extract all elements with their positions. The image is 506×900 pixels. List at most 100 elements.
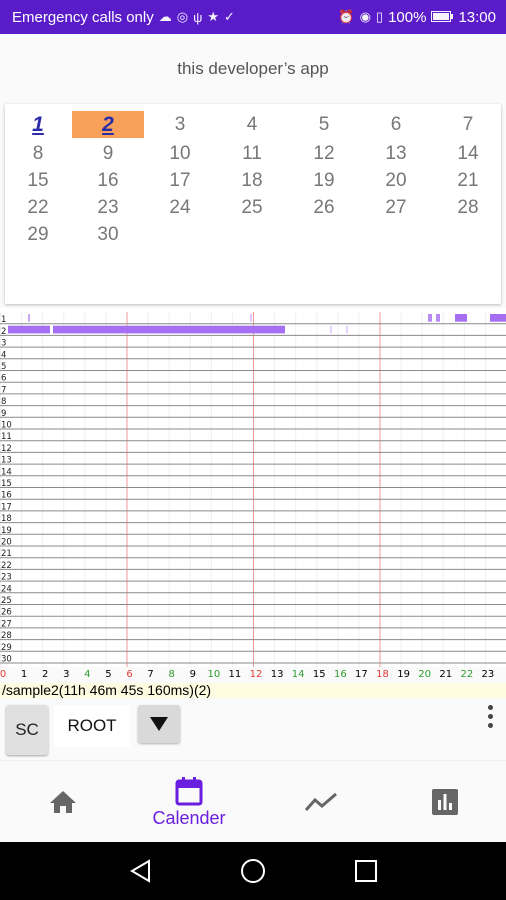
row-label: 24 xyxy=(1,584,12,594)
hour-label-16: 16 xyxy=(333,669,347,680)
calendar-day-16[interactable]: 16 xyxy=(72,167,144,194)
bottom-navigation: Calender xyxy=(0,760,506,842)
hour-label-5: 5 xyxy=(105,669,112,680)
calendar-icon xyxy=(175,776,203,805)
row-label: 4 xyxy=(1,350,6,360)
nav-calender-label: Calender xyxy=(152,807,226,828)
path-text: /sample2(11h 46m 45s 160ms)(2) xyxy=(0,683,506,698)
calendar-day-4[interactable]: 4 xyxy=(216,111,288,138)
calendar-day-8[interactable]: 8 xyxy=(2,140,74,167)
nav-stats[interactable] xyxy=(382,761,506,843)
hour-label-14: 14 xyxy=(291,669,305,680)
row-label: 15 xyxy=(1,479,12,489)
nav-trend[interactable] xyxy=(258,761,384,843)
root-selector[interactable]: ROOT xyxy=(54,705,130,747)
usb-icon: ψ xyxy=(193,9,203,25)
activity-bar[interactable] xyxy=(28,314,30,322)
calendar-day-23[interactable]: 23 xyxy=(72,194,144,221)
calendar-day-11[interactable]: 11 xyxy=(216,140,288,167)
home-icon xyxy=(50,791,76,813)
row-label: 11 xyxy=(1,432,12,442)
hour-label-4: 4 xyxy=(84,669,91,680)
calendar-day-27[interactable]: 27 xyxy=(360,194,432,221)
cloud-icon: ☁ xyxy=(158,9,172,24)
row-label: 26 xyxy=(1,608,12,618)
activity-bar[interactable] xyxy=(8,325,50,334)
calendar-day-14[interactable]: 14 xyxy=(432,140,504,167)
status-right: ⏰ ◉ ▯ 100% 13:00 xyxy=(338,9,496,26)
calendar-day-20[interactable]: 20 xyxy=(360,167,432,194)
row-label: 29 xyxy=(1,643,12,653)
hour-label-21: 21 xyxy=(439,669,453,680)
row-label: 28 xyxy=(1,631,12,641)
calendar-day-26[interactable]: 26 xyxy=(288,194,360,221)
calendar-day-13[interactable]: 13 xyxy=(360,140,432,167)
more-options-icon[interactable] xyxy=(482,701,498,731)
calendar-day-3[interactable]: 3 xyxy=(144,111,216,138)
row-label: 1 xyxy=(1,315,6,325)
hour-label-15: 15 xyxy=(312,669,326,680)
calendar-day-10[interactable]: 10 xyxy=(144,140,216,167)
calendar-day-29[interactable]: 29 xyxy=(2,221,74,248)
sim-icon: ▯ xyxy=(375,9,384,24)
calendar-day-5[interactable]: 5 xyxy=(288,111,360,138)
status-left: Emergency calls only ☁ ◎ ψ ★ ✓ xyxy=(12,9,235,26)
back-icon[interactable] xyxy=(126,856,156,886)
hour-label-17: 17 xyxy=(355,669,368,680)
timeline-grid[interactable]: 1 2 3 4 5 6 7 8 9 10 11 12 13 14 15 16 17 18 19 20 21 22 23 24 2… xyxy=(0,308,506,668)
row-label: 16 xyxy=(1,491,12,501)
row-label: 7 xyxy=(1,385,6,395)
calendar-day-2[interactable]: 2 xyxy=(72,111,144,138)
calendar-day-1[interactable]: 1 xyxy=(2,111,74,138)
check-circle-icon: ✓ xyxy=(224,9,235,24)
hour-label-9: 9 xyxy=(189,669,196,680)
hour-label-11: 11 xyxy=(228,669,242,680)
calendar-day-19[interactable]: 19 xyxy=(288,167,360,194)
row-label: 18 xyxy=(1,514,12,524)
home-circle-icon[interactable] xyxy=(238,856,268,886)
row-label: 9 xyxy=(1,409,6,419)
activity-bar[interactable] xyxy=(455,314,467,322)
row-label: 6 xyxy=(1,374,6,384)
hour-label-8: 8 xyxy=(168,669,175,680)
calendar-day-28[interactable]: 28 xyxy=(432,194,504,221)
clock: 13:00 xyxy=(458,8,496,26)
calendar-day-18[interactable]: 18 xyxy=(216,167,288,194)
activity-bar[interactable] xyxy=(53,325,285,334)
activity-bar[interactable] xyxy=(436,314,440,322)
calendar-day-7[interactable]: 7 xyxy=(432,111,504,138)
row-label: 19 xyxy=(1,526,12,536)
row-label: 25 xyxy=(1,596,12,606)
row-label: 17 xyxy=(1,502,12,512)
target-icon: ◎ xyxy=(176,9,189,24)
nav-calender[interactable]: Calender xyxy=(126,761,252,843)
hour-label-3: 3 xyxy=(63,669,70,680)
activity-bar[interactable] xyxy=(428,314,432,322)
calendar-day-17[interactable]: 17 xyxy=(144,167,216,194)
hour-label-12: 12 xyxy=(249,669,263,680)
dropdown-button[interactable] xyxy=(138,705,180,743)
activity-bar[interactable] xyxy=(346,325,348,334)
recents-icon[interactable] xyxy=(351,856,381,886)
activity-bar[interactable] xyxy=(330,325,332,334)
sc-button[interactable]: SC xyxy=(6,705,48,755)
activity-bar[interactable] xyxy=(250,314,252,322)
calendar-day-24[interactable]: 24 xyxy=(144,194,216,221)
calendar-day-21[interactable]: 21 xyxy=(432,167,504,194)
system-navigation-bar xyxy=(0,842,506,900)
calendar-day-25[interactable]: 25 xyxy=(216,194,288,221)
activity-bar[interactable] xyxy=(490,314,506,322)
hour-label-20: 20 xyxy=(418,669,432,680)
nav-home[interactable] xyxy=(0,761,126,843)
hour-label-13: 13 xyxy=(270,669,284,680)
calendar-day-12[interactable]: 12 xyxy=(288,140,360,167)
hour-label-23: 23 xyxy=(481,669,495,680)
calendar-day-15[interactable]: 15 xyxy=(2,167,74,194)
calendar-day-22[interactable]: 22 xyxy=(2,194,74,221)
hour-label-1: 1 xyxy=(20,669,28,680)
calendar-day-6[interactable]: 6 xyxy=(360,111,432,138)
row-label: 5 xyxy=(1,362,6,372)
row-label: 8 xyxy=(1,397,6,407)
calendar-day-30[interactable]: 30 xyxy=(72,221,144,248)
calendar-day-9[interactable]: 9 xyxy=(72,140,144,167)
